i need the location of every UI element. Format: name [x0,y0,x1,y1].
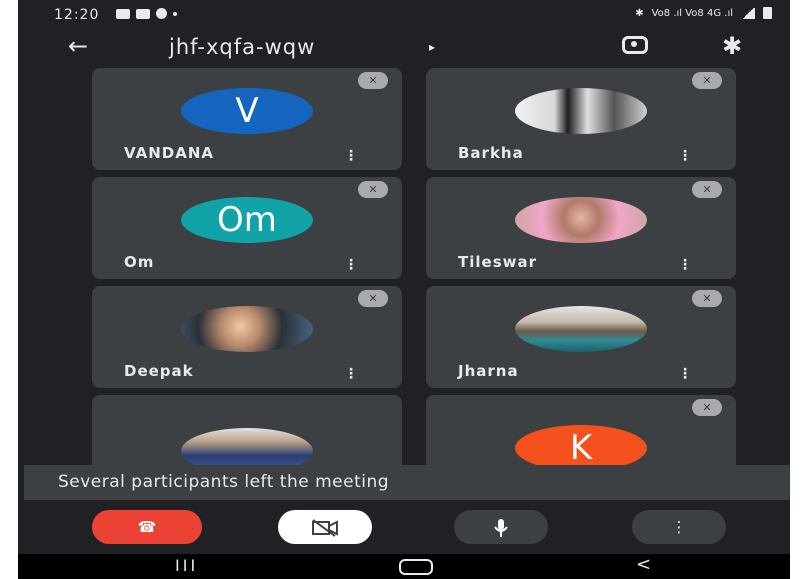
more-vert-icon: ⋮ [671,518,687,536]
participant-name: Jharna [458,362,519,380]
bluetooth-status-icon: ✱ [635,7,644,19]
mic-icon [494,518,508,537]
recent-apps-button[interactable]: III [175,556,198,575]
meeting-code[interactable]: jhf-xqfa-wqw [169,35,315,59]
avatar: V [181,88,313,134]
avatar-photo [515,197,647,243]
chevron-right-icon[interactable]: ▸ [429,40,435,54]
status-bar: 12:20 ✱ Vo8 .ıl Vo8 4G .ıl [18,0,790,32]
participant-name: VANDANA [124,144,214,162]
video-off-icon [312,518,338,537]
avatar-photo [515,88,647,134]
status-right: ✱ Vo8 .ıl Vo8 4G .ıl [635,7,772,19]
video-notification-icon [116,8,130,19]
switch-camera-icon[interactable] [622,36,648,54]
avatar-photo [181,306,313,352]
back-button[interactable]: < [636,554,651,575]
toggle-video-button[interactable] [278,510,372,544]
battery-icon [763,7,772,19]
mic-muted-icon: ✕ [692,399,722,416]
participant-tile[interactable]: ✕ V VANDANA ⋮ [92,68,402,170]
mic-muted-icon: ✕ [692,181,722,198]
participant-name: Om [124,253,155,271]
participant-tile[interactable]: ✕ Om Om ⋮ [92,177,402,279]
end-call-button[interactable]: ☎ [92,510,202,544]
more-vert-icon[interactable]: ⋮ [678,366,692,382]
more-vert-icon[interactable]: ⋮ [678,148,692,164]
signal-icon [741,7,755,19]
mic-muted-icon: ✕ [358,290,388,307]
participant-name: Deepak [124,362,194,380]
phone-hangup-icon: ☎ [137,518,157,536]
toggle-mic-button[interactable] [454,510,548,544]
more-vert-icon[interactable]: ⋮ [678,257,692,273]
meeting-header: ← jhf-xqfa-wqw ▸ ✱ [18,32,790,66]
signal-text: Vo8 .ıl Vo8 4G .ıl [651,7,733,19]
call-controls: ☎ ⋮ [18,500,790,554]
bluetooth-icon[interactable]: ✱ [722,32,742,60]
more-vert-icon[interactable]: ⋮ [344,257,358,273]
notification-toast: Several participants left the meeting [24,465,790,500]
mic-muted-icon: ✕ [692,290,722,307]
phone-screen: 12:20 ✱ Vo8 .ıl Vo8 4G .ıl ← jhf-xqfa-wq… [18,0,790,579]
more-vert-icon[interactable]: ⋮ [344,148,358,164]
more-options-button[interactable]: ⋮ [632,510,726,544]
more-notifications-icon [173,11,177,16]
app-notification-icon [156,8,167,19]
more-vert-icon[interactable]: ⋮ [344,366,358,382]
participant-tile[interactable]: ✕ Tileswar ⋮ [426,177,736,279]
participant-name: Tileswar [458,253,537,271]
participant-tile[interactable]: ✕ Deepak ⋮ [92,286,402,388]
message-notification-icon [136,8,150,19]
avatar-photo [515,306,647,352]
participant-tile[interactable]: ✕ Jharna ⋮ [426,286,736,388]
mic-muted-icon: ✕ [358,72,388,89]
avatar: Om [181,197,313,243]
status-time: 12:20 [54,7,100,23]
mic-muted-icon: ✕ [358,181,388,198]
mic-muted-icon: ✕ [692,72,722,89]
notification-icons [116,8,177,19]
participant-name: Barkha [458,144,524,162]
participant-tile[interactable]: ✕ Barkha ⋮ [426,68,736,170]
arrow-left-icon[interactable]: ← [68,34,88,58]
system-nav-bar: III < [18,554,790,579]
home-button[interactable] [399,559,433,575]
